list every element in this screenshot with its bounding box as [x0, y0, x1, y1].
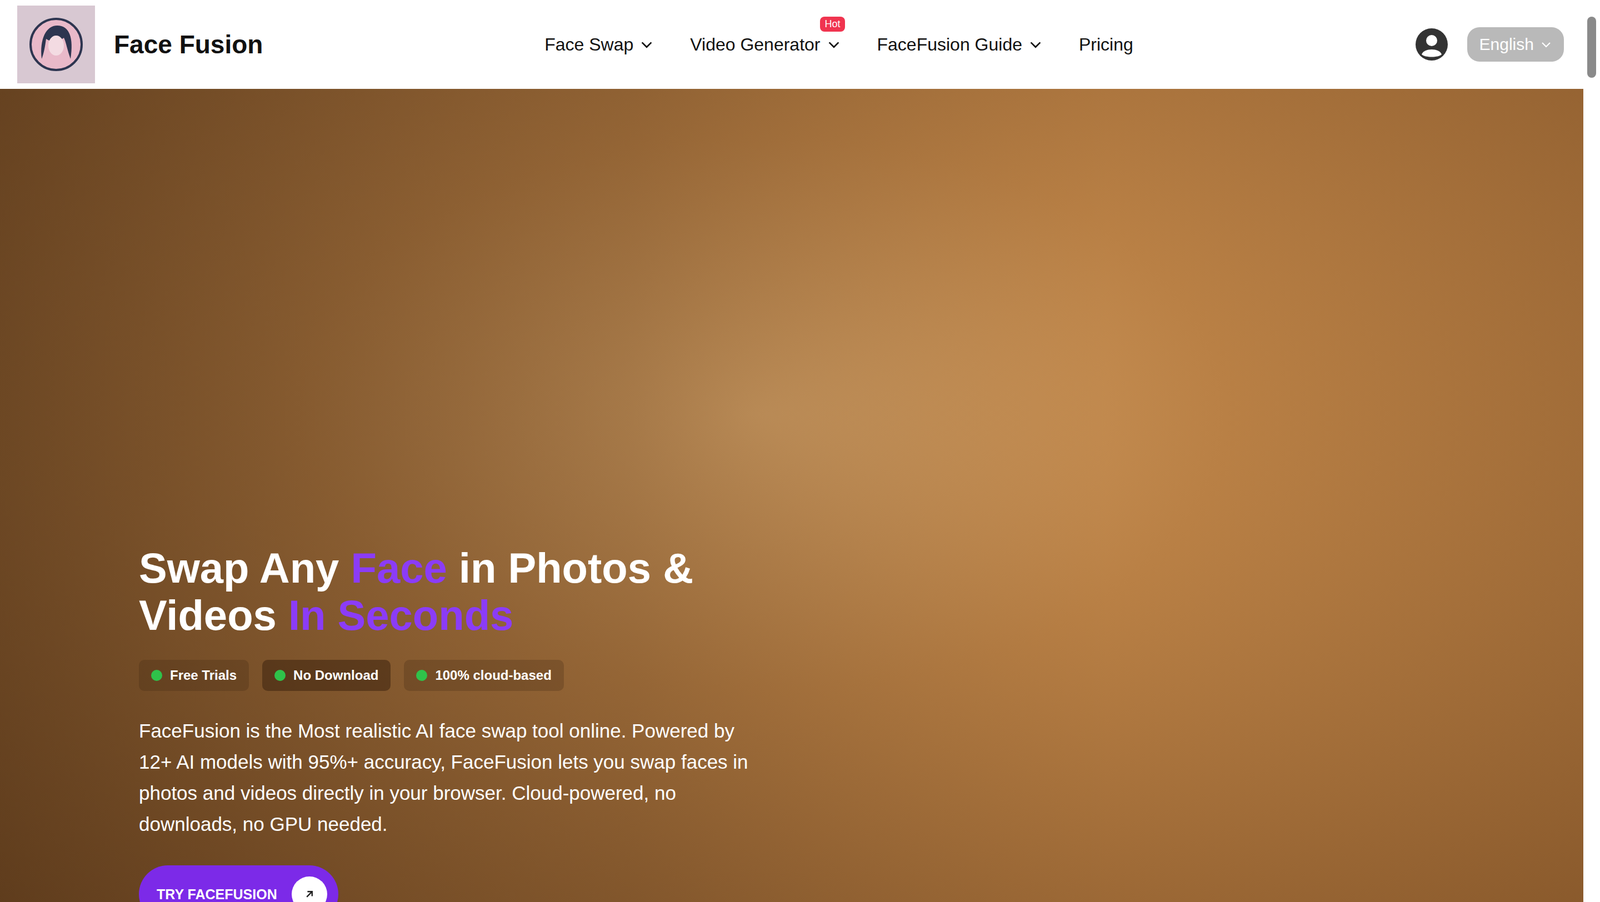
feature-badge: Free Trials: [138, 660, 249, 692]
hero-description: FaceFusion is the Most realistic AI face…: [138, 715, 767, 840]
nav-item[interactable]: Pricing: [1078, 28, 1134, 61]
nav-item[interactable]: FaceFusion Guide: [877, 28, 1043, 61]
nav-item[interactable]: Video GeneratorHot: [690, 28, 840, 61]
hero-title: Swap Any Face in Photos &Videos In Secon…: [138, 544, 1584, 639]
hot-badge: Hot: [820, 16, 845, 32]
badge-label: 100% cloud-based: [435, 667, 552, 684]
green-dot-icon: [274, 670, 286, 682]
user-icon[interactable]: [1415, 27, 1449, 62]
nav: Face Swap Video GeneratorHot FaceFusion Gu…: [544, 28, 1134, 61]
chevron-down-icon[interactable]: [1028, 37, 1043, 52]
chevron-down-icon[interactable]: [640, 37, 654, 52]
badge-label: No Download: [293, 667, 379, 684]
try-button[interactable]: TRY FACEFUSION: [138, 865, 339, 902]
title-segment: Swap Any: [138, 544, 351, 592]
try-button-label[interactable]: TRY FACEFUSION: [156, 886, 278, 902]
chevron-down-icon[interactable]: [827, 37, 841, 52]
nav-label[interactable]: Video Generator: [690, 34, 820, 55]
nav-label[interactable]: FaceFusion Guide: [877, 34, 1023, 55]
hero: Swap Any Face in Photos &Videos In Secon…: [0, 88, 1584, 902]
feature-badge: No Download: [262, 660, 391, 692]
header-actions: English: [1415, 27, 1564, 62]
main: Face FusionFace SwapVideo GeneratorHotFa…: [0, 0, 1584, 902]
hero-shade: [0, 88, 1584, 902]
header: Face FusionFace SwapVideo GeneratorHotFa…: [0, 0, 1584, 89]
brand[interactable]: Face Fusion: [17, 5, 263, 84]
language-select[interactable]: English: [1467, 27, 1564, 62]
scrollbar-thumb[interactable]: [1587, 16, 1597, 78]
title-line: Videos In Seconds: [138, 591, 1584, 639]
badge-label: Free Trials: [170, 667, 237, 684]
page: Face FusionFace SwapVideo GeneratorHotFa…: [0, 0, 1600, 902]
language-label[interactable]: English: [1479, 35, 1534, 54]
logo-icon[interactable]: [17, 5, 95, 84]
feature-badge: 100% cloud-based: [403, 660, 564, 692]
nav-label[interactable]: Face Swap: [544, 34, 634, 55]
feature-badges: Free Trials No Download 100% cloud-based: [138, 660, 1584, 692]
title-segment: Videos: [138, 591, 289, 639]
chevron-down-icon[interactable]: [1540, 38, 1552, 50]
nav-item[interactable]: Face Swap: [544, 28, 654, 61]
green-dot-icon: [151, 670, 163, 682]
brand-name[interactable]: Face Fusion: [113, 29, 263, 60]
title-segment: In Seconds: [288, 591, 514, 639]
title-line: Swap Any Face in Photos &: [138, 544, 1584, 592]
title-segment: in Photos &: [447, 544, 694, 592]
title-segment: Face: [350, 544, 447, 592]
green-dot-icon: [416, 670, 428, 682]
scrollbar[interactable]: [1583, 0, 1600, 902]
nav-label[interactable]: Pricing: [1078, 34, 1134, 55]
hero-content: Swap Any Face in Photos &Videos In Secon…: [0, 88, 1584, 902]
arrow-icon[interactable]: [291, 876, 328, 902]
